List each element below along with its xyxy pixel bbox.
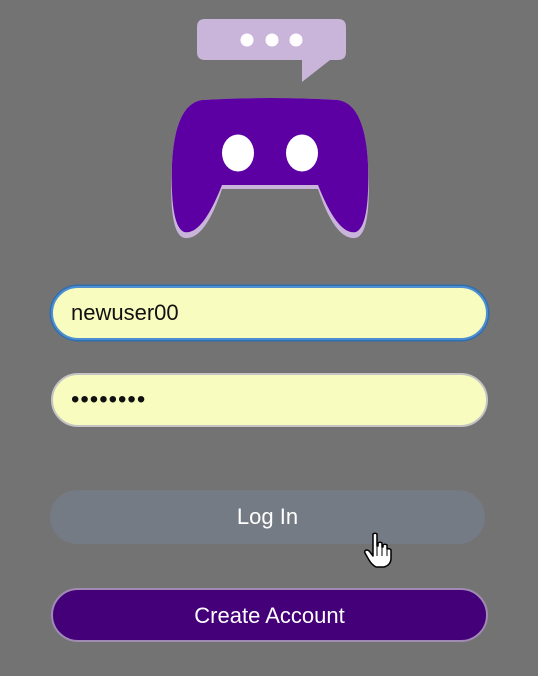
login-button[interactable]: Log In bbox=[50, 490, 485, 544]
create-account-button[interactable]: Create Account bbox=[51, 588, 488, 642]
chat-bubble-icon bbox=[197, 19, 346, 82]
hand-pointer-icon bbox=[364, 532, 392, 568]
username-input[interactable] bbox=[51, 286, 488, 340]
password-input[interactable] bbox=[51, 373, 488, 427]
app-logo bbox=[171, 19, 369, 239]
game-controller-icon bbox=[171, 98, 369, 239]
